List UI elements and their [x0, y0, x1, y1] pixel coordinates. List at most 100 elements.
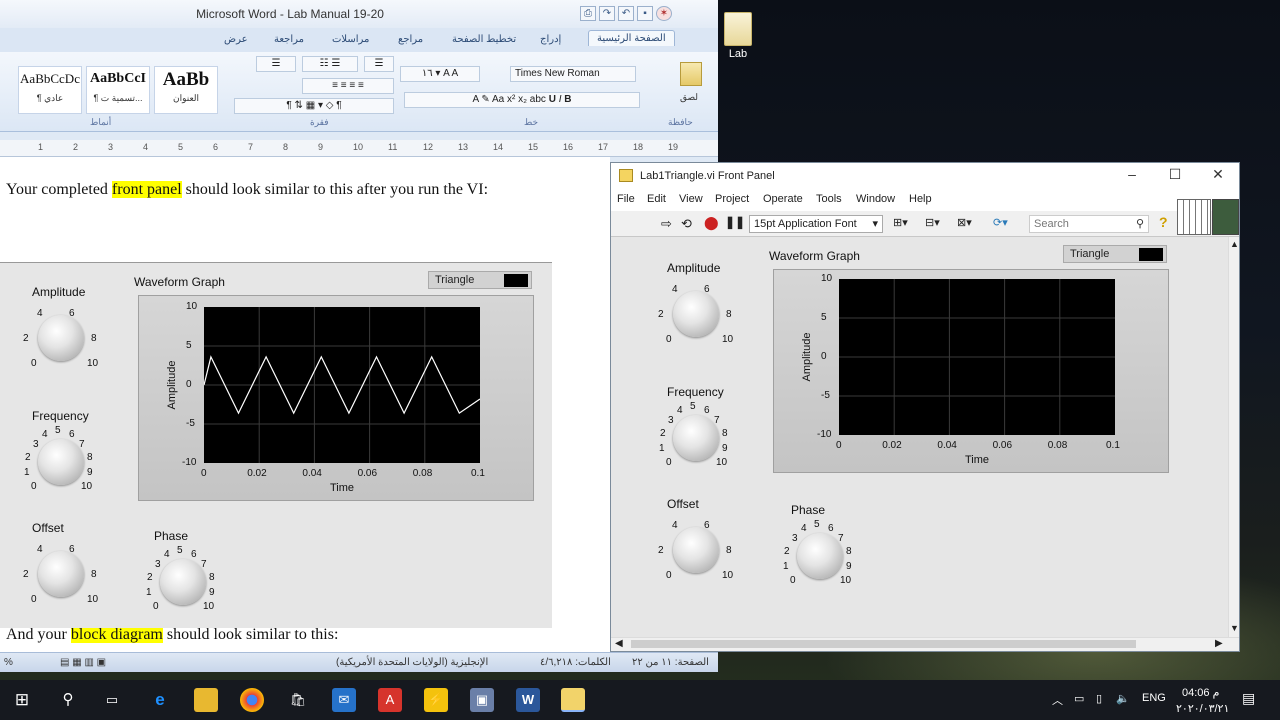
abort-icon[interactable]: ⬤ — [704, 215, 719, 231]
mail-icon[interactable]: ✉ — [332, 688, 356, 712]
help-icon[interactable]: ? — [1159, 214, 1168, 230]
menu-window[interactable]: Window — [856, 193, 895, 205]
paragraph-tools[interactable]: ¶ ⇅ ▦ ▾ ◇ ¶ — [234, 98, 394, 114]
menu-tools[interactable]: Tools — [816, 193, 842, 205]
ruler-tick: 14 — [493, 142, 504, 152]
word-taskbar-icon[interactable]: W — [516, 688, 540, 712]
notification-icon[interactable]: ▤ — [1242, 690, 1255, 707]
horizontal-ruler[interactable]: 1 2 3 4 5 6 7 8 9 10 11 12 13 14 15 16 1… — [0, 140, 718, 157]
undo-icon[interactable]: ↶ — [618, 6, 634, 21]
labview-taskbar-icon[interactable]: ⚡ — [424, 688, 448, 712]
search-icon[interactable]: ⚲ — [56, 688, 80, 712]
tab-view[interactable]: عرض — [224, 34, 248, 45]
scroll-left-arrow[interactable]: ◀ — [615, 638, 623, 649]
file-explorer-icon[interactable] — [194, 688, 218, 712]
network-icon[interactable]: ▭ — [1074, 692, 1084, 705]
labview-front-panel[interactable]: Amplitude 4 6 2 8 0 10 Frequency 4 5 6 3 7 2 8 1 9 0 10 Off… — [611, 237, 1228, 637]
tray-chevron-icon[interactable]: ︿ — [1052, 692, 1063, 708]
font-name-select[interactable]: Times New Roman — [510, 66, 636, 82]
style-caption[interactable]: AaBbCcI ¶ تسمية ت... — [86, 66, 150, 114]
scroll-thumb[interactable] — [631, 640, 1136, 648]
align-buttons[interactable]: ≡ ≡ ≡ ≡ — [302, 78, 394, 94]
lv-plot-area[interactable] — [839, 279, 1115, 435]
lv-amplitude-knob[interactable] — [673, 291, 719, 337]
font-select[interactable]: 15pt Application Font ▾ — [749, 215, 883, 233]
doc-plot-area[interactable] — [204, 307, 480, 463]
save-icon[interactable]: ▪ — [637, 6, 653, 21]
lv-frequency-knob[interactable] — [673, 415, 719, 461]
scroll-right-arrow[interactable]: ▶ — [1215, 638, 1223, 649]
multilevel-list-button[interactable]: ☷ ☰ — [302, 56, 358, 72]
tab-insert[interactable]: إدراج — [540, 34, 561, 45]
doc-graph-legend[interactable]: Triangle — [428, 271, 532, 289]
app-icon[interactable]: ▣ — [470, 688, 494, 712]
menu-view[interactable]: View — [679, 193, 703, 205]
clock-time[interactable]: 04:06 م — [1182, 686, 1219, 699]
battery-icon[interactable]: ▯ — [1096, 692, 1102, 705]
doc-offset-knob[interactable] — [38, 551, 84, 597]
menu-help[interactable]: Help — [909, 193, 932, 205]
vi-icon-pane[interactable] — [1212, 199, 1239, 235]
folder-taskbar-icon[interactable] — [561, 688, 585, 712]
minimize-button[interactable]: – — [1117, 166, 1147, 182]
scroll-down-arrow[interactable]: ▼ — [1230, 623, 1239, 633]
maximize-button[interactable]: ☐ — [1160, 166, 1190, 183]
font-format-buttons[interactable]: A ✎ Aa x² x₂ abc U I B — [404, 92, 640, 108]
menu-project[interactable]: Project — [715, 193, 749, 205]
scroll-up-arrow[interactable]: ▲ — [1230, 239, 1239, 249]
doc-phase-knob[interactable] — [160, 559, 206, 605]
lv-amplitude-tick: 0 — [666, 334, 672, 345]
run-continuously-icon[interactable]: ⟲ — [681, 216, 692, 232]
resize-objects-icon[interactable]: ⊠▾ — [957, 216, 972, 229]
clock-date[interactable]: ٢٠٢٠/٠٣/٢١ — [1176, 702, 1229, 715]
desktop-folder-lab[interactable]: Lab — [718, 8, 758, 72]
paste-button[interactable] — [680, 62, 702, 86]
lv-frequency-tick: 6 — [704, 405, 710, 416]
run-arrow-icon[interactable]: ⇨ — [661, 216, 672, 232]
style-normal[interactable]: AaBbCcDc ¶ عادي — [18, 66, 82, 114]
language-indicator[interactable]: ENG — [1142, 692, 1166, 704]
edge-icon[interactable]: e — [148, 688, 172, 712]
print-icon[interactable]: ⎙ — [580, 6, 596, 21]
pause-icon[interactable]: ❚❚ — [725, 215, 745, 229]
lv-offset-knob[interactable] — [673, 527, 719, 573]
menu-file[interactable]: File — [617, 193, 635, 205]
menu-operate[interactable]: Operate — [763, 193, 803, 205]
lv-graph-legend[interactable]: Triangle — [1063, 245, 1167, 263]
horizontal-scrollbar[interactable]: ◀ ▶ — [611, 637, 1239, 651]
view-buttons[interactable]: ▤ ▦ ▥ ▣ — [60, 657, 106, 668]
status-words[interactable]: الكلمات: ٤/٦,٢١٨ — [540, 657, 611, 668]
tab-references[interactable]: مراجع — [398, 34, 423, 45]
task-view-icon[interactable]: ▭ — [100, 688, 124, 712]
distribute-objects-icon[interactable]: ⊟▾ — [925, 216, 940, 229]
connector-pane-icon[interactable] — [1177, 199, 1211, 235]
style-title[interactable]: AaBb العنوان — [154, 66, 218, 114]
doc-frequency-knob[interactable] — [38, 439, 84, 485]
doc-legend-label: Triangle — [435, 274, 475, 286]
vertical-scrollbar[interactable]: ▲ ▼ — [1228, 237, 1239, 637]
office-button-icon[interactable]: ✶ — [656, 6, 672, 21]
status-language[interactable]: الإنجليزية (الولايات المتحدة الأمريكية) — [336, 657, 488, 668]
store-icon[interactable]: 🛍 — [286, 688, 310, 712]
tab-review[interactable]: مراجعة — [274, 34, 304, 45]
status-page[interactable]: الصفحة: ١١ من ٢٢ — [632, 657, 709, 668]
list-numbers-button[interactable]: ☰ — [364, 56, 394, 72]
close-button[interactable]: ✕ — [1203, 166, 1233, 183]
font-size-select[interactable]: ١٦ ▾ A A — [400, 66, 480, 82]
volume-icon[interactable]: 🔈 — [1116, 692, 1130, 705]
chrome-icon[interactable] — [240, 688, 264, 712]
menu-edit[interactable]: Edit — [647, 193, 666, 205]
tab-mailings[interactable]: مراسلات — [332, 34, 369, 45]
align-objects-icon[interactable]: ⊞▾ — [893, 216, 908, 229]
reorder-icon[interactable]: ⟳▾ — [993, 216, 1008, 229]
zoom-level[interactable]: % — [4, 657, 13, 668]
start-windows-icon[interactable]: ⊞ — [10, 688, 34, 712]
tab-page-layout[interactable]: تخطيط الصفحة — [452, 34, 516, 45]
list-bullets-button[interactable]: ☰ — [256, 56, 296, 72]
acrobat-icon[interactable]: A — [378, 688, 402, 712]
tab-home[interactable]: الصفحة الرئيسية — [588, 30, 675, 46]
redo-icon[interactable]: ↷ — [599, 6, 615, 21]
lv-phase-knob[interactable] — [797, 533, 843, 579]
search-input[interactable]: Search ⚲ — [1029, 215, 1149, 233]
doc-amplitude-knob[interactable] — [38, 315, 84, 361]
